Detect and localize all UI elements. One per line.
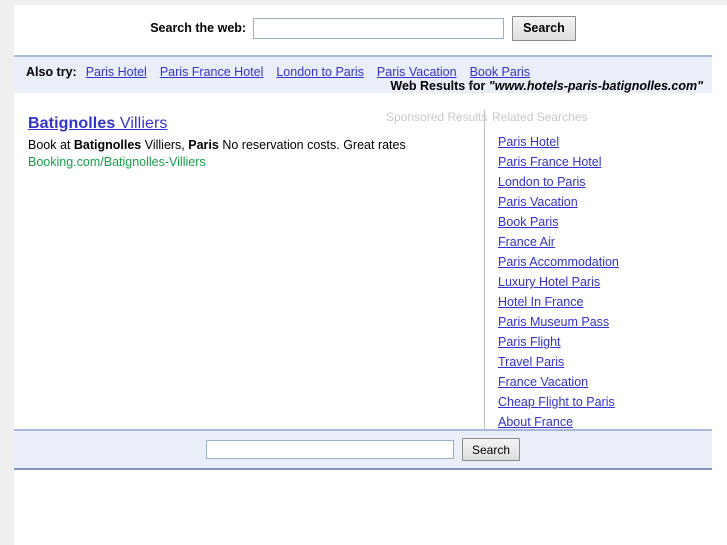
list-item: Travel Paris <box>498 352 727 372</box>
desc-mid: Villiers, <box>141 138 189 152</box>
desc-post: No reservation costs. Great rates <box>218 138 406 152</box>
related-search-link-4[interactable]: Paris Vacation <box>498 195 578 209</box>
result-title-plain: Villiers <box>115 115 168 132</box>
search-button[interactable]: Search <box>512 15 576 41</box>
desc-bold-1: Batignolles <box>73 138 142 152</box>
result-description: Book at Batignolles Villiers, Paris No r… <box>28 138 468 153</box>
also-try-link-3[interactable]: London to Paris <box>276 65 364 79</box>
also-try-band: Also try: Paris Hotel Paris France Hotel… <box>14 55 712 93</box>
related-searches-list: Paris Hotel Paris France Hotel London to… <box>485 110 727 432</box>
related-search-link-14[interactable]: Cheap Flight to Paris <box>498 395 615 409</box>
list-item: Paris Vacation <box>498 192 727 212</box>
related-search-link-3[interactable]: London to Paris <box>498 175 586 189</box>
list-item: Paris Accommodation <box>498 252 727 272</box>
page-content-area: Search the web: Search Also try: Paris H… <box>14 5 727 545</box>
related-search-link-12[interactable]: Travel Paris <box>498 355 564 369</box>
also-try-link-4[interactable]: Paris Vacation <box>377 65 457 79</box>
related-search-link-5[interactable]: Book Paris <box>498 215 558 229</box>
bottom-search-button[interactable]: Search <box>461 438 521 461</box>
search-input[interactable] <box>253 17 505 39</box>
related-search-link-13[interactable]: France Vacation <box>498 375 588 389</box>
related-searches-column: Paris Hotel Paris France Hotel London to… <box>484 110 727 430</box>
also-try-link-5[interactable]: Book Paris <box>470 65 530 79</box>
result-title-bold: Batignolles <box>28 115 116 132</box>
also-try-row: Also try: Paris Hotel Paris France Hotel… <box>26 65 543 79</box>
sponsored-results-column: Batignolles Villiers Book at Batignolles… <box>28 115 468 169</box>
list-item: London to Paris <box>498 172 727 192</box>
web-results-query: "www.hotels-paris-batignolles.com" <box>488 79 703 93</box>
related-search-link-11[interactable]: Paris Flight <box>498 335 561 349</box>
web-results-heading: Web Results for "www.hotels-paris-batign… <box>390 79 703 93</box>
also-try-link-2[interactable]: Paris France Hotel <box>160 65 264 79</box>
related-search-link-1[interactable]: Paris Hotel <box>498 135 559 149</box>
list-item: France Vacation <box>498 372 727 392</box>
related-search-link-8[interactable]: Luxury Hotel Paris <box>498 275 600 289</box>
related-search-link-10[interactable]: Paris Museum Pass <box>498 315 609 329</box>
bottom-search-input[interactable] <box>205 440 454 459</box>
list-item: Cheap Flight to Paris <box>498 392 727 412</box>
top-search-bar: Search the web: Search <box>14 5 712 51</box>
result-url: Booking.com/Batignolles-Villiers <box>28 155 206 169</box>
list-item: Paris Flight <box>498 332 727 352</box>
related-search-link-6[interactable]: France Air <box>498 235 555 249</box>
list-item: Paris Museum Pass <box>498 312 727 332</box>
desc-bold-2: Paris <box>188 138 219 152</box>
related-search-link-9[interactable]: Hotel In France <box>498 295 583 309</box>
result-title-link[interactable]: Batignolles Villiers <box>28 115 168 133</box>
web-results-prefix: Web Results for <box>390 79 489 93</box>
list-item: Paris France Hotel <box>498 152 727 172</box>
also-try-label: Also try: <box>26 65 77 79</box>
search-the-web-label: Search the web: <box>150 21 247 35</box>
bottom-search-bar: Search <box>14 429 712 470</box>
result-item: Batignolles Villiers Book at Batignolles… <box>28 115 468 169</box>
list-item: France Air <box>498 232 727 252</box>
related-search-link-15[interactable]: About France <box>498 415 573 429</box>
list-item: Book Paris <box>498 212 727 232</box>
also-try-link-1[interactable]: Paris Hotel <box>86 65 147 79</box>
list-item: Hotel In France <box>498 292 727 312</box>
related-search-link-7[interactable]: Paris Accommodation <box>498 255 619 269</box>
related-search-link-2[interactable]: Paris France Hotel <box>498 155 602 169</box>
list-item: Luxury Hotel Paris <box>498 272 727 292</box>
desc-pre: Book at <box>28 138 74 152</box>
list-item: Paris Hotel <box>498 132 727 152</box>
